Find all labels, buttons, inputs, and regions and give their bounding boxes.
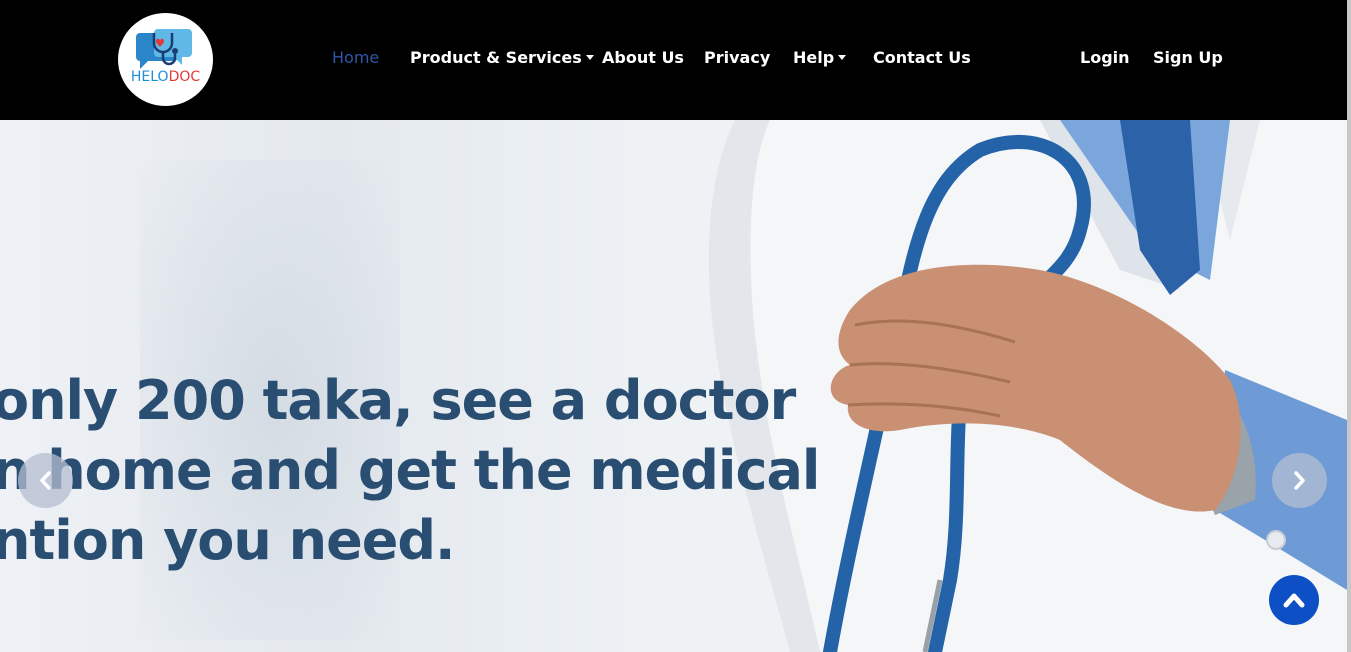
brand-logo-text: HELODOC — [130, 69, 201, 85]
hero-line-3: ntion you need. — [0, 509, 456, 572]
chevron-up-icon — [1283, 593, 1305, 608]
caret-down-icon — [838, 55, 847, 60]
page-scrollbar[interactable] — [1347, 0, 1351, 652]
nav-product-services[interactable]: Product & Services — [410, 47, 594, 69]
carousel-prev-button[interactable] — [18, 453, 73, 508]
hero-headline: only 200 taka, see a doctor n home and g… — [0, 366, 820, 576]
back-to-top-button[interactable] — [1269, 575, 1319, 625]
signup-link[interactable]: Sign Up — [1153, 47, 1223, 69]
hero-line-1: only 200 taka, see a doctor — [0, 369, 796, 432]
chevron-left-icon — [40, 471, 51, 490]
hero-line-2: n home and get the medical — [0, 439, 820, 502]
nav-home[interactable]: Home — [332, 47, 379, 69]
nav-help[interactable]: Help — [793, 47, 847, 69]
chat-stethoscope-icon — [136, 29, 192, 69]
nav-contact-us[interactable]: Contact Us — [873, 47, 971, 69]
navbar: HELODOC Home Product & Services About Us… — [0, 0, 1347, 120]
nav-privacy[interactable]: Privacy — [704, 47, 770, 69]
brand-logo[interactable]: HELODOC — [118, 13, 213, 106]
login-link[interactable]: Login — [1080, 47, 1130, 69]
chevron-right-icon — [1294, 471, 1305, 490]
nav-about-us[interactable]: About Us — [602, 47, 684, 69]
caret-down-icon — [585, 55, 594, 60]
hero-carousel: only 200 taka, see a doctor n home and g… — [0, 120, 1347, 652]
carousel-next-button[interactable] — [1272, 453, 1327, 508]
